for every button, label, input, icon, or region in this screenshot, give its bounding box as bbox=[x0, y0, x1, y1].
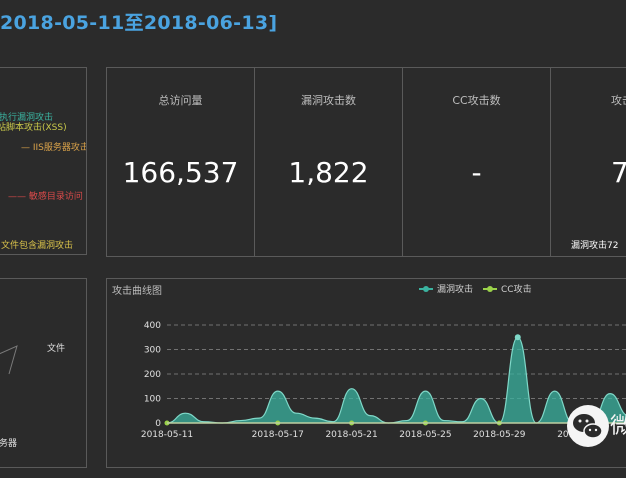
stat-label: CC攻击数 bbox=[452, 94, 501, 107]
x-tick-label: 2018-05-29 bbox=[473, 430, 526, 440]
attack-curve-chart: 0 100 200 300 400 2018-05-11 2018-05-17 2018-05… bbox=[141, 321, 626, 440]
attack-target-panel: 文件 务器 bbox=[0, 278, 87, 468]
stat-value: 7 bbox=[611, 156, 626, 189]
stat-label: 漏洞攻击数 bbox=[301, 94, 356, 107]
stat-sub: 漏洞攻击72 bbox=[571, 241, 619, 251]
target-label-server: 务器 bbox=[0, 439, 18, 449]
x-tick-label: 2018-05-11 bbox=[141, 430, 193, 440]
stat-label: 攻击 bbox=[611, 94, 626, 107]
y-tick-label: 400 bbox=[144, 321, 161, 331]
stats-panel: 总访问量 166,537 漏洞攻击数 1,822 CC攻击数 - 攻击 7 漏洞… bbox=[106, 67, 626, 257]
series-point-vuln-peak[interactable] bbox=[514, 334, 521, 341]
attack-type-legend-panel: 执行漏洞攻击 站脚本攻击(XSS) — IIS服务器攻击 —— 敏感目录访问 文… bbox=[0, 67, 87, 255]
stat-vuln-attacks: 漏洞攻击数 1,822 bbox=[255, 68, 403, 256]
x-tick-label: 2018-05-21 bbox=[325, 430, 377, 440]
legend-label-xss: 站脚本攻击(XSS) bbox=[0, 123, 67, 133]
stat-value: 166,537 bbox=[122, 156, 239, 189]
stat-cc-attacks: CC攻击数 - bbox=[403, 68, 551, 256]
legend-label-sensitive-dir: —— 敏感目录访问 bbox=[8, 192, 83, 202]
x-tick-label: 2018-05-25 bbox=[399, 430, 451, 440]
y-tick-label: 100 bbox=[144, 395, 161, 405]
pie-chart-fragment bbox=[0, 345, 18, 375]
stat-total-visits: 总访问量 166,537 bbox=[107, 68, 255, 256]
series-area-vuln bbox=[167, 337, 626, 423]
stat-value: - bbox=[471, 156, 482, 189]
legend-label-iis: — IIS服务器攻击 bbox=[21, 143, 87, 153]
wechat-logo-icon bbox=[567, 405, 609, 447]
page-title: 2018-05-11至2018-06-13] bbox=[0, 12, 278, 34]
target-label-file: 文件 bbox=[47, 344, 66, 354]
y-tick-label: 300 bbox=[144, 346, 161, 356]
x-tick-label: 2018-05-17 bbox=[252, 430, 304, 440]
legend-label-file-include: 文件包含漏洞攻击 bbox=[1, 241, 74, 251]
stat-value: 1,822 bbox=[288, 156, 369, 189]
y-tick-label: 0 bbox=[155, 419, 161, 429]
watermark-text: 微 bbox=[610, 414, 626, 439]
attack-curve-panel: 攻击曲线图 漏洞攻击 CC攻击 0 100 200 300 400 2018-05-11 2… bbox=[106, 278, 626, 468]
stat-attacks: 攻击 7 漏洞攻击72 bbox=[551, 68, 626, 256]
stat-label: 总访问量 bbox=[158, 94, 203, 107]
y-tick-label: 200 bbox=[144, 370, 161, 380]
